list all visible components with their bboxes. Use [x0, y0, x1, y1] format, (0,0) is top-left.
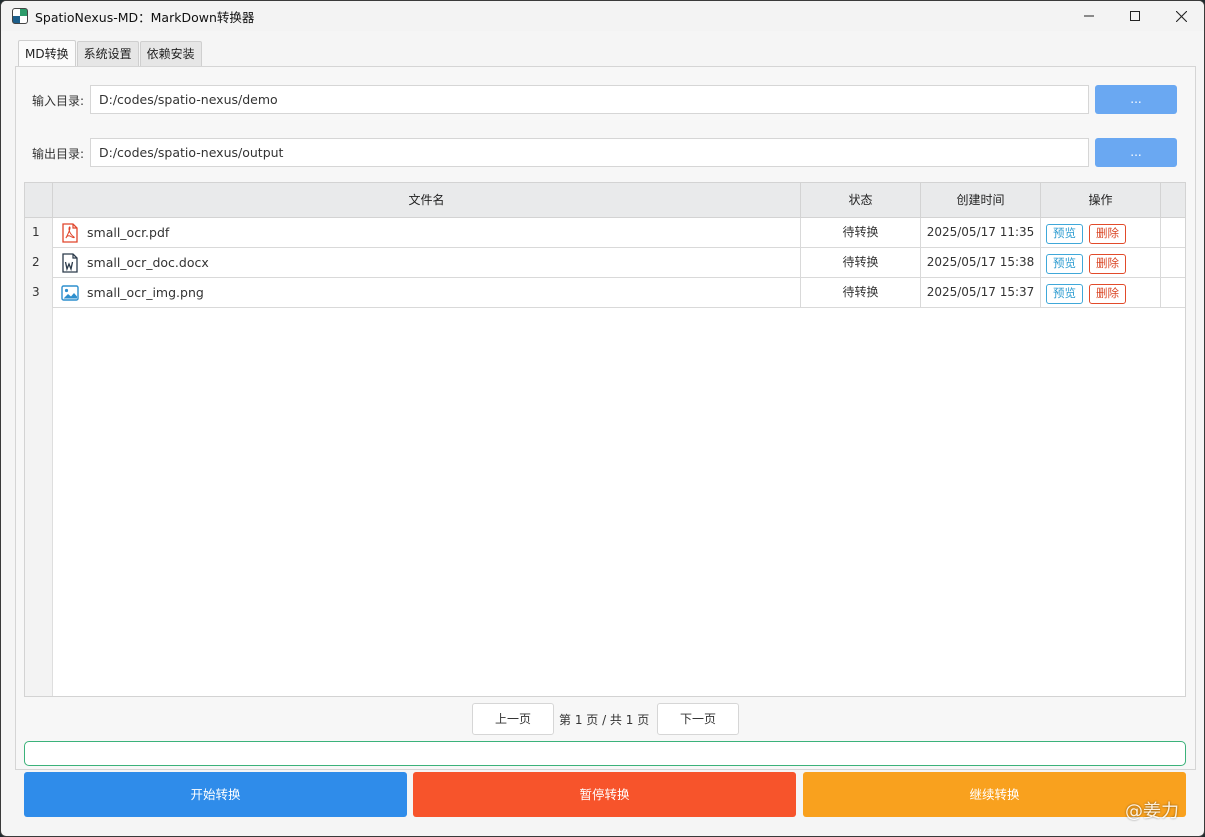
output-dir-label: 输出目录:: [32, 147, 85, 161]
filename-text: small_ocr_doc.docx: [87, 255, 209, 270]
pause-convert-button[interactable]: 暂停转换: [413, 772, 796, 817]
app-window: SpatioNexus-MD：MarkDown转换器 MD转换 系统设置 依赖安…: [0, 0, 1205, 837]
header-ops[interactable]: 操作: [1041, 183, 1161, 218]
progress-bar: [24, 741, 1186, 766]
status-cell: 待转换: [801, 248, 921, 278]
delete-button[interactable]: 删除: [1089, 254, 1126, 274]
table-row[interactable]: 2 small_ocr_doc.docx 待转换 2025/05/17 15:3…: [25, 248, 1185, 278]
output-dir-row: 输出目录: D:/codes/spatio-nexus/output ...: [18, 138, 1178, 167]
close-button[interactable]: [1158, 1, 1204, 31]
input-dir-field[interactable]: D:/codes/spatio-nexus/demo: [90, 85, 1089, 114]
close-icon: [1175, 10, 1187, 22]
status-cell: 待转换: [801, 218, 921, 248]
file-table: 文件名 状态 创建时间 操作 1 small_ocr.pdf 待转换 2025/…: [24, 182, 1186, 697]
table-row[interactable]: 1 small_ocr.pdf 待转换 2025/05/17 11:35 预览 …: [25, 218, 1185, 248]
filename-cell[interactable]: small_ocr_doc.docx: [53, 248, 801, 278]
extra-cell: [1161, 218, 1185, 248]
ops-cell: 预览 删除: [1041, 248, 1161, 278]
filename-text: small_ocr_img.png: [87, 285, 204, 300]
tab-bar: MD转换 系统设置 依赖安装: [18, 40, 203, 67]
created-cell: 2025/05/17 11:35: [921, 218, 1041, 248]
extra-cell: [1161, 278, 1185, 308]
preview-button[interactable]: 预览: [1046, 284, 1083, 304]
created-cell: 2025/05/17 15:38: [921, 248, 1041, 278]
header-status[interactable]: 状态: [801, 183, 921, 218]
pdf-file-icon: [62, 223, 78, 243]
filename-cell[interactable]: small_ocr.pdf: [53, 218, 801, 248]
watermark-text: @姜力: [1125, 801, 1179, 822]
window-controls: [1066, 1, 1204, 31]
created-cell: 2025/05/17 15:37: [921, 278, 1041, 308]
filename-cell[interactable]: small_ocr_img.png: [53, 278, 801, 308]
status-cell: 待转换: [801, 278, 921, 308]
word-file-icon: [62, 253, 78, 273]
prev-page-button[interactable]: 上一页: [472, 703, 554, 735]
row-number: 3: [25, 278, 53, 308]
minimize-icon: [1084, 15, 1094, 17]
input-dir-label: 输入目录:: [32, 94, 85, 108]
corner-header[interactable]: [25, 183, 53, 218]
delete-button[interactable]: 删除: [1089, 224, 1126, 244]
app-logo-icon: [12, 8, 28, 24]
header-extra: [1161, 183, 1185, 218]
filename-text: small_ocr.pdf: [87, 225, 170, 240]
title-bar[interactable]: SpatioNexus-MD：MarkDown转换器: [1, 1, 1204, 31]
tab-md-convert[interactable]: MD转换: [18, 40, 76, 67]
preview-button[interactable]: 预览: [1046, 224, 1083, 244]
preview-button[interactable]: 预览: [1046, 254, 1083, 274]
header-created[interactable]: 创建时间: [921, 183, 1041, 218]
image-file-icon: [61, 285, 79, 301]
page-info: 第 1 页 / 共 1 页: [559, 713, 650, 727]
maximize-button[interactable]: [1112, 1, 1158, 31]
table-row[interactable]: 3 small_ocr_img.png 待转换 2025/05/17 15:37…: [25, 278, 1185, 308]
output-dir-field[interactable]: D:/codes/spatio-nexus/output: [90, 138, 1089, 167]
start-convert-button[interactable]: 开始转换: [24, 772, 407, 817]
row-number: 1: [25, 218, 53, 248]
header-filename[interactable]: 文件名: [53, 183, 801, 218]
row-number: 2: [25, 248, 53, 278]
input-dir-browse-button[interactable]: ...: [1095, 85, 1177, 114]
input-dir-row: 输入目录: D:/codes/spatio-nexus/demo ...: [18, 85, 1178, 114]
ops-cell: 预览 删除: [1041, 218, 1161, 248]
table-header: 文件名 状态 创建时间 操作: [25, 183, 1185, 218]
delete-button[interactable]: 删除: [1089, 284, 1126, 304]
output-dir-browse-button[interactable]: ...: [1095, 138, 1177, 167]
extra-cell: [1161, 248, 1185, 278]
tab-dependency-install[interactable]: 依赖安装: [139, 41, 202, 66]
window-title: SpatioNexus-MD：MarkDown转换器: [35, 9, 255, 25]
next-page-button[interactable]: 下一页: [657, 703, 739, 735]
tab-system-settings[interactable]: 系统设置: [76, 41, 139, 66]
maximize-icon: [1130, 11, 1140, 21]
minimize-button[interactable]: [1066, 1, 1112, 31]
ops-cell: 预览 删除: [1041, 278, 1161, 308]
